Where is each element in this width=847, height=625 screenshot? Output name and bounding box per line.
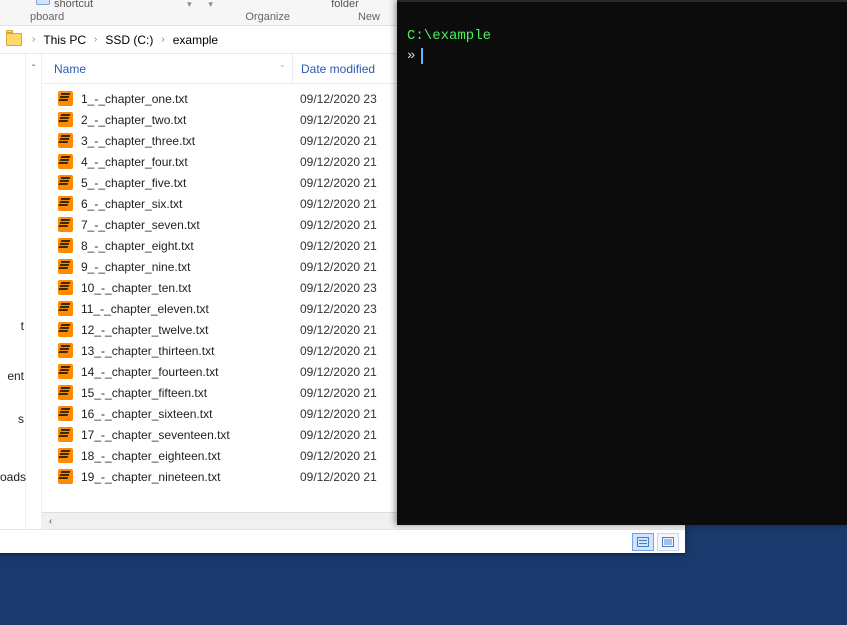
- chevron-down-icon: ▾: [187, 0, 192, 10]
- sublime-file-icon: [58, 196, 73, 211]
- chevron-down-icon: ▾: [208, 0, 213, 10]
- view-large-icons-button[interactable]: [657, 533, 679, 551]
- nav-item-fragment[interactable]: t: [0, 319, 24, 333]
- sublime-file-icon: [58, 133, 73, 148]
- new-folder-cmd[interactable]: folder: [325, 0, 365, 10]
- status-bar: [0, 529, 685, 553]
- sublime-file-icon: [58, 217, 73, 232]
- file-name: 15_-_chapter_fifteen.txt: [81, 386, 207, 400]
- file-name: 14_-_chapter_fourteen.txt: [81, 365, 218, 379]
- file-name: 17_-_chapter_seventeen.txt: [81, 428, 230, 442]
- nav-scroll-up[interactable]: ˆ: [26, 54, 42, 529]
- file-name: 19_-_chapter_nineteen.txt: [81, 470, 220, 484]
- sublime-file-icon: [58, 343, 73, 358]
- paste-shortcut-icon: [36, 0, 50, 5]
- sublime-file-icon: [58, 301, 73, 316]
- breadcrumb-item[interactable]: SSD (C:): [103, 31, 155, 49]
- sublime-file-icon: [58, 385, 73, 400]
- file-name: 6_-_chapter_six.txt: [81, 197, 182, 211]
- terminal-prompt-symbol: »: [407, 48, 415, 64]
- terminal-titlebar-fragment: [397, 0, 847, 2]
- terminal-cwd: C:\example: [407, 6, 837, 44]
- chevron-right-icon: ›: [26, 34, 41, 45]
- sublime-file-icon: [58, 280, 73, 295]
- nav-item-fragment[interactable]: s: [0, 412, 24, 426]
- file-name: 18_-_chapter_eighteen.txt: [81, 449, 220, 463]
- sublime-file-icon: [58, 154, 73, 169]
- file-name: 4_-_chapter_four.txt: [81, 155, 188, 169]
- paste-shortcut-cmd[interactable]: Paste shortcut: [30, 0, 130, 10]
- chevron-right-icon: ›: [155, 34, 170, 45]
- terminal-cursor: [421, 48, 423, 64]
- file-name: 1_-_chapter_one.txt: [81, 92, 188, 106]
- paste-shortcut-label: Paste shortcut: [54, 0, 124, 10]
- sublime-file-icon: [58, 175, 73, 190]
- scroll-left-icon[interactable]: ‹: [42, 513, 59, 529]
- column-header-name[interactable]: Name ˇ: [42, 62, 292, 76]
- sublime-file-icon: [58, 364, 73, 379]
- move-to-cmd[interactable]: to ▾: [179, 0, 200, 10]
- file-name: 11_-_chapter_eleven.txt: [81, 302, 209, 316]
- breadcrumb-item[interactable]: example: [171, 31, 220, 49]
- file-name: 5_-_chapter_five.txt: [81, 176, 186, 190]
- copy-to-cmd[interactable]: to ▾: [200, 0, 221, 10]
- ribbon-section-new: New: [348, 10, 390, 23]
- ribbon-section-organize: Organize: [235, 10, 300, 23]
- ribbon-section-clipboard: pboard: [30, 10, 74, 23]
- file-name: 16_-_chapter_sixteen.txt: [81, 407, 212, 421]
- file-name: 7_-_chapter_seven.txt: [81, 218, 200, 232]
- sublime-file-icon: [58, 322, 73, 337]
- sublime-file-icon: [58, 259, 73, 274]
- terminal-window[interactable]: C:\example »: [397, 0, 847, 525]
- breadcrumb-item[interactable]: This PC: [41, 31, 88, 49]
- file-name: 9_-_chapter_nine.txt: [81, 260, 190, 274]
- sublime-file-icon: [58, 91, 73, 106]
- file-name: 2_-_chapter_two.txt: [81, 113, 186, 127]
- chevron-up-icon: ˆ: [32, 64, 35, 75]
- sort-indicator-icon: ˇ: [281, 64, 284, 74]
- file-name: 3_-_chapter_three.txt: [81, 134, 195, 148]
- sublime-file-icon: [58, 406, 73, 421]
- sublime-file-icon: [58, 427, 73, 442]
- folder-icon: [6, 33, 22, 46]
- sublime-file-icon: [58, 238, 73, 253]
- file-name: 8_-_chapter_eight.txt: [81, 239, 194, 253]
- sublime-file-icon: [58, 469, 73, 484]
- file-name: 13_-_chapter_thirteen.txt: [81, 344, 214, 358]
- sublime-file-icon: [58, 112, 73, 127]
- nav-item-fragment[interactable]: oads: [0, 470, 24, 484]
- nav-item-fragment[interactable]: ent: [0, 369, 24, 383]
- file-name: 12_-_chapter_twelve.txt: [81, 323, 208, 337]
- nav-pane-fragment[interactable]: tentsoadsConv: [0, 54, 26, 529]
- view-details-button[interactable]: [632, 533, 654, 551]
- terminal-prompt-line[interactable]: »: [407, 44, 837, 64]
- file-name: 10_-_chapter_ten.txt: [81, 281, 191, 295]
- chevron-right-icon: ›: [88, 34, 103, 45]
- sublime-file-icon: [58, 448, 73, 463]
